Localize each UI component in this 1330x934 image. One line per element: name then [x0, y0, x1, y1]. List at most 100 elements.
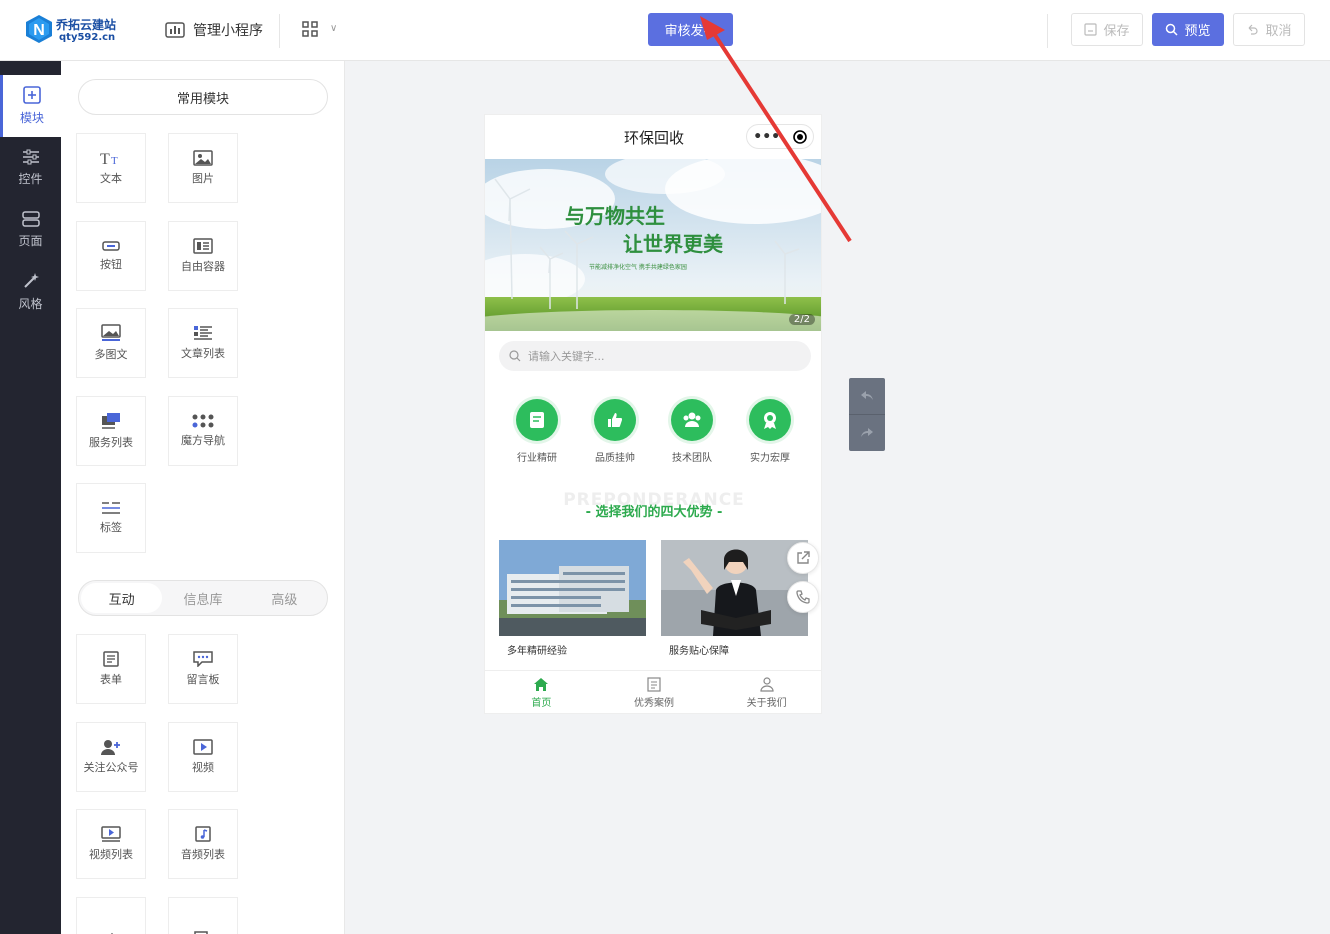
sliders-icon [22, 149, 39, 165]
undo-icon [861, 391, 873, 400]
module-label: 文章列表 [181, 347, 225, 360]
feature-item[interactable]: 行业精研 [502, 399, 572, 464]
module-video[interactable]: 视频 [168, 722, 238, 792]
nav-item-controls[interactable]: 控件 [0, 137, 61, 199]
chart-icon [165, 22, 185, 38]
phone-call-icon [796, 590, 810, 604]
video-icon [193, 739, 213, 755]
banner-counter: 2/2 [788, 314, 815, 325]
manage-miniprogram-button[interactable]: 管理小程序 [165, 19, 263, 41]
module-partial-2[interactable] [168, 897, 238, 934]
banner-image: 与万物共生 让世界更美 节能减排净化空气 携手共建绿色家园 [485, 159, 821, 331]
close-target-icon[interactable] [792, 129, 807, 144]
module-text[interactable]: TT 文本 [76, 133, 146, 203]
add-user-icon [101, 740, 120, 755]
module-label: 标签 [100, 521, 122, 534]
module-partial-1[interactable] [76, 897, 146, 934]
tabbar-about[interactable]: 关于我们 [710, 671, 821, 713]
undo-button[interactable] [849, 378, 885, 414]
tabbar-home[interactable]: 首页 [485, 671, 598, 713]
nav-label: 风格 [18, 297, 43, 311]
banner-headline-2: 让世界更美 [623, 232, 724, 256]
module-magic-nav[interactable]: 魔方导航 [168, 396, 238, 466]
svg-text:T: T [100, 151, 110, 166]
save-button[interactable]: 保存 [1071, 13, 1143, 46]
module-article-list[interactable]: 文章列表 [168, 308, 238, 378]
feature-label: 实力宏厚 [750, 453, 790, 464]
banner-slogan: 节能减排净化空气 携手共建绿色家园 [589, 263, 687, 271]
manage-label: 管理小程序 [193, 23, 263, 39]
module-label: 关注公众号 [83, 761, 139, 774]
module-follow-account[interactable]: 关注公众号 [76, 722, 146, 792]
plus-square-icon [23, 86, 41, 104]
document-icon [516, 399, 558, 441]
tab-interact[interactable]: 互动 [81, 583, 163, 613]
award-icon [749, 399, 791, 441]
advantage-card[interactable]: 多年精研经验 [499, 540, 646, 658]
tab-advanced[interactable]: 高级 [244, 583, 325, 613]
text-icon: TT [100, 151, 118, 166]
module-service-list[interactable]: 服务列表 [76, 396, 146, 466]
module-multi-image-text[interactable]: 多图文 [76, 308, 146, 378]
search-placeholder: 请输入关键字... [528, 350, 605, 363]
user-icon [760, 677, 774, 692]
undo-redo-panel [849, 378, 885, 451]
preview-button[interactable]: 预览 [1152, 13, 1224, 46]
banner-carousel[interactable]: 与万物共生 让世界更美 节能减排净化空气 携手共建绿色家园 2/2 [485, 159, 821, 331]
feature-item[interactable]: 品质挂帅 [580, 399, 650, 464]
search-input[interactable]: 请输入关键字... [499, 341, 811, 371]
apps-grid-icon[interactable] [302, 21, 318, 37]
brand-logo[interactable]: N 乔拓云建站 qty592.cn [24, 14, 144, 48]
thumbs-up-icon [594, 399, 636, 441]
module-form[interactable]: 表单 [76, 634, 146, 704]
miniprogram-capsule[interactable]: ••• [746, 124, 814, 149]
phone-float-button[interactable] [787, 581, 819, 613]
nav-item-pages[interactable]: 页面 [0, 199, 61, 261]
document-icon [647, 677, 661, 692]
chevron-down-icon[interactable]: ∨ [330, 23, 337, 34]
redo-button[interactable] [849, 415, 885, 451]
more-dots-icon[interactable]: ••• [753, 129, 780, 145]
music-icon [195, 826, 211, 842]
module-image[interactable]: 图片 [168, 133, 238, 203]
home-icon [534, 678, 549, 691]
module-message-board[interactable]: 留言板 [168, 634, 238, 704]
form-icon [103, 651, 119, 667]
svg-text:N: N [33, 22, 45, 39]
tab-library[interactable]: 信息库 [162, 583, 243, 613]
list-icon [194, 326, 212, 340]
tabbar-label: 优秀案例 [634, 698, 674, 709]
top-bar: N 乔拓云建站 qty592.cn 管理小程序 ∨ 审核发布 保存 预览 取消 [0, 0, 1330, 61]
nav-item-style[interactable]: 风格 [0, 261, 61, 323]
module-label: 自由容器 [181, 260, 225, 273]
undo-icon [1249, 24, 1259, 35]
feature-item[interactable]: 实力宏厚 [735, 399, 805, 464]
multi-image-icon [101, 324, 121, 341]
module-free-container[interactable]: 自由容器 [168, 221, 238, 291]
common-modules-title[interactable]: 常用模块 [78, 79, 328, 115]
phone-preview[interactable]: 环保回收 ••• 与万物共生 让世界更美 节能减排净化空气 携手共建绿色家园 2… [484, 114, 822, 714]
module-category-tabs: 互动 信息库 高级 [78, 580, 328, 616]
module-label: 图片 [192, 172, 214, 185]
cancel-button[interactable]: 取消 [1233, 13, 1305, 46]
card-caption: 多年精研经验 [507, 646, 567, 657]
module-audio-list[interactable]: 音频列表 [168, 809, 238, 879]
publish-button[interactable]: 审核发布 [648, 13, 733, 46]
tabbar-cases[interactable]: 优秀案例 [598, 671, 711, 713]
divider [1047, 14, 1048, 48]
share-float-button[interactable] [787, 542, 819, 574]
module-tag[interactable]: 标签 [76, 483, 146, 553]
service-list-icon [102, 413, 120, 429]
nav-item-modules[interactable]: 模块 [0, 75, 61, 137]
module-video-list[interactable]: 视频列表 [76, 809, 146, 879]
divider [279, 14, 280, 48]
card-image [661, 540, 808, 636]
save-icon [1084, 23, 1098, 36]
module-button[interactable]: 按钮 [76, 221, 146, 291]
feature-label: 品质挂帅 [595, 453, 635, 464]
advantage-card[interactable]: 服务贴心保障 [661, 540, 808, 658]
bottom-tabbar: 首页 优秀案例 关于我们 [485, 670, 821, 713]
save-label: 保存 [1103, 24, 1130, 39]
feature-item[interactable]: 技术团队 [657, 399, 727, 464]
nav-label: 模块 [19, 111, 44, 125]
